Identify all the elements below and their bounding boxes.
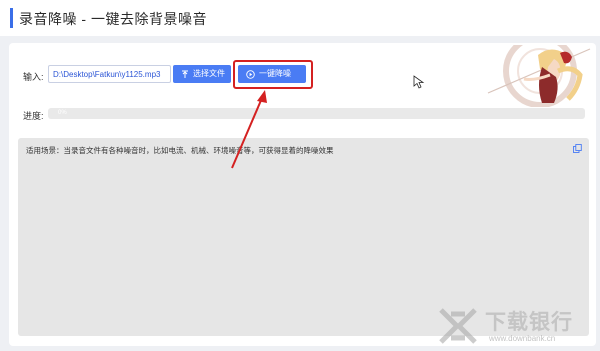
watermark: 下载银行 www.downbank.cn: [437, 306, 597, 348]
watermark-url: www.downbank.cn: [489, 334, 556, 343]
downbank-logo-icon: [439, 308, 477, 344]
watermark-text: 下载银行: [485, 311, 573, 334]
annotation-arrow: [231, 90, 267, 169]
